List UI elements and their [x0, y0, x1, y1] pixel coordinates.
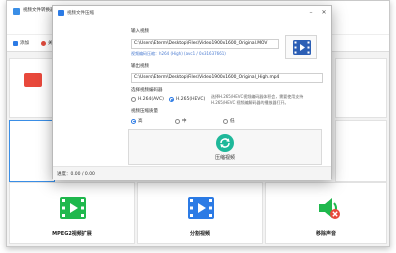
tool-tile-middle-left[interactable]	[9, 120, 55, 182]
refresh-icon	[216, 134, 234, 152]
radio-icon	[223, 118, 228, 124]
input-path-field[interactable]: C:\Users\Eterm\Desktop\Files\Video1900x1…	[131, 39, 279, 49]
tool-icon	[24, 73, 42, 87]
tile-label-split: 分割视频	[189, 231, 210, 237]
close-button[interactable]: ✕	[318, 8, 330, 18]
output-path-field[interactable]: C:\Users\Eterm\Desktop\Files\Video1900x1…	[131, 73, 323, 83]
dialog-titlebar: 视频文件压缩 – ✕	[53, 6, 331, 22]
tile-label-remove-audio: 移除声音	[315, 231, 336, 237]
codec-h264-radio[interactable]: H.264(AVC)	[131, 97, 164, 102]
compress-video-label: 压缩视频	[214, 155, 235, 161]
film-icon	[188, 197, 214, 219]
tool-tile-mpeg2[interactable]: MPEG2视频扩展	[9, 182, 135, 244]
tool-tile-top-left[interactable]	[9, 58, 55, 118]
quality-label: 视频压缩质量	[131, 109, 158, 114]
quality-low-label: 低	[230, 119, 235, 124]
tool-tile-remove-audio[interactable]: 移除声音	[265, 182, 387, 244]
add-label: 添加	[20, 41, 29, 46]
quality-medium-radio[interactable]: 中	[175, 118, 187, 124]
dialog-logo-icon	[58, 10, 64, 16]
codec-note: 选择H.265/HEVC视频编码器体积会，需要使用支持 H.265/HEVC 视…	[211, 94, 304, 105]
info-icon	[41, 40, 46, 46]
select-video-button[interactable]	[285, 35, 317, 59]
dialog-title: 视频文件压缩	[67, 11, 94, 16]
app-logo-icon	[13, 8, 20, 15]
codec-label: 选择视频编码器	[131, 88, 163, 93]
codec-h265-label: H.265(HEVC)	[176, 97, 206, 102]
add-icon	[13, 40, 18, 46]
speaker-mute-icon	[319, 198, 340, 219]
codec-h265-radio[interactable]: H.265(HEVC)	[169, 97, 205, 102]
quality-low-radio[interactable]: 低	[223, 118, 235, 124]
output-video-label: 输出视频	[131, 64, 149, 69]
tool-tile-top-right[interactable]	[335, 58, 387, 118]
compress-dialog: 视频文件压缩 – ✕ 输入视频 C:\Users\Eterm\Desktop\F…	[52, 5, 332, 180]
quality-high-label: 高	[138, 119, 143, 124]
add-button[interactable]: 添加	[13, 40, 29, 46]
radio-icon	[131, 97, 136, 102]
tile-label-mpeg2: MPEG2视频扩展	[52, 231, 92, 237]
film-icon	[293, 40, 311, 55]
input-video-label: 输入视频	[131, 29, 149, 34]
progress-text: 进度：0.00 / 0.00	[57, 172, 95, 177]
tool-tile-middle-right[interactable]	[335, 120, 387, 182]
compress-video-button[interactable]: 压缩视频	[128, 129, 322, 165]
film-icon	[60, 197, 86, 219]
radio-icon	[175, 118, 180, 124]
minimize-button[interactable]: –	[305, 8, 317, 18]
quality-high-radio[interactable]: 高	[131, 118, 143, 124]
quality-medium-label: 中	[182, 119, 187, 124]
tool-tile-split[interactable]: 分割视频	[137, 182, 263, 244]
codec-h264-label: H.264(AVC)	[138, 97, 164, 102]
radio-selected-icon	[131, 118, 136, 124]
input-codec-info: 视频编码压缩：h264 (High) (avc1 / 0x31637661)	[131, 51, 226, 56]
radio-selected-icon	[169, 97, 174, 102]
